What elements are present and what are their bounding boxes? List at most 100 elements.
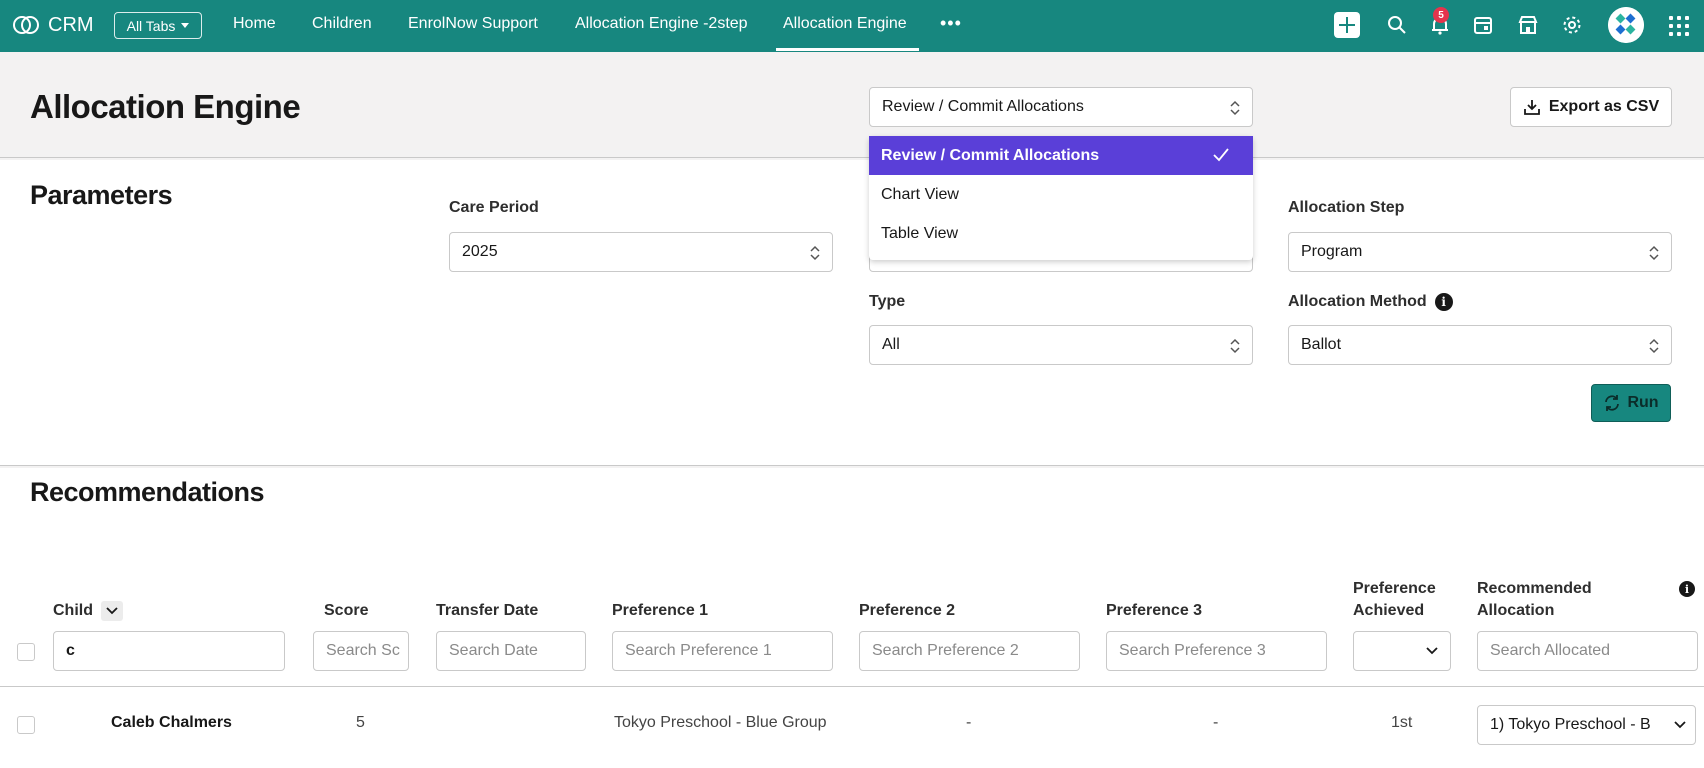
table-divider [0,686,1704,687]
crm-logo-icon [13,16,39,34]
view-select[interactable]: Review / Commit Allocations [869,87,1253,127]
header-line: Recommended [1477,580,1592,597]
row-checkbox[interactable] [17,716,35,734]
nav-tab-allocation-engine[interactable]: Allocation Engine [783,15,907,33]
dropdown-option-review-commit[interactable]: Review / Commit Allocations [869,136,1253,175]
caret-down-icon [181,23,190,28]
type-select[interactable]: All [869,325,1253,365]
header-line: Preference [1353,580,1436,597]
up-down-chevron-icon [1230,100,1240,116]
date-filter-input[interactable]: Search Date [436,631,586,671]
parameters-card [0,160,1704,466]
nav-tab-home[interactable]: Home [233,15,276,33]
type-label: Type [869,293,906,310]
recommended-allocation-select[interactable]: 1) Tokyo Preschool - B [1477,705,1696,745]
child-filter-value: c [66,642,75,659]
refresh-icon [1605,395,1620,411]
app-launcher-icon[interactable] [1669,16,1689,36]
pref3-filter-placeholder: Search Preference 3 [1119,642,1266,659]
user-avatar[interactable] [1608,7,1644,43]
up-down-chevron-icon [1230,338,1240,354]
score-filter-placeholder: Search Sc [326,642,400,659]
info-icon[interactable]: i [1434,293,1453,311]
checkmark-icon [1213,148,1229,162]
view-select-value: Review / Commit Allocations [882,98,1084,115]
nav-tab-children[interactable]: Children [312,15,372,33]
app-name: CRM [48,13,94,36]
top-navigation-bar: CRM All Tabs Home Children EnrolNow Supp… [0,0,1704,52]
add-icon[interactable] [1334,12,1360,38]
score-filter-input[interactable]: Search Sc [313,631,409,671]
pref2-filter-placeholder: Search Preference 2 [872,642,1019,659]
type-value: All [882,336,900,353]
column-header-child[interactable]: Child [53,600,93,622]
allocation-method-label-text: Allocation Method [1288,293,1427,310]
dropdown-option-table-view[interactable]: Table View [869,214,1253,253]
allocation-method-label: Allocation Method i [1288,293,1453,311]
allocated-filter-placeholder: Search Allocated [1490,642,1611,659]
run-button[interactable]: Run [1591,384,1671,422]
info-icon[interactable]: i [1679,581,1695,597]
active-tab-indicator [776,48,919,51]
preference-1-cell: Tokyo Preschool - Blue Group [614,714,827,731]
care-period-value: 2025 [462,243,498,260]
child-filter-input[interactable]: c [53,631,285,671]
preference-3-filter-input[interactable]: Search Preference 3 [1106,631,1327,671]
care-period-select[interactable]: 2025 [449,232,833,272]
recommendations-card [0,468,1704,768]
download-icon [1523,100,1540,115]
allocation-step-select[interactable]: Program [1288,232,1672,272]
parameters-title: Parameters [30,180,173,210]
column-header-preference-1[interactable]: Preference 1 [612,600,708,622]
date-filter-placeholder: Search Date [449,642,538,659]
column-header-recommended-allocation[interactable]: Recommended Allocation [1477,578,1592,622]
option-label: Review / Commit Allocations [881,146,1100,164]
preference-achieved-cell: 1st [1391,714,1413,731]
header-line: Allocation [1477,602,1555,619]
column-header-preference-achieved[interactable]: Preference Achieved [1353,578,1436,622]
nav-tab-allocation-engine-2step[interactable]: Allocation Engine -2step [575,15,748,33]
pref1-filter-placeholder: Search Preference 1 [625,642,772,659]
allocated-filter-input[interactable]: Search Allocated [1477,631,1698,671]
score-cell: 5 [356,714,365,731]
allocation-method-select[interactable]: Ballot [1288,325,1672,365]
allocation-step-value: Program [1301,243,1363,260]
notification-badge: 5 [1433,7,1449,23]
column-header-preference-2[interactable]: Preference 2 [859,600,955,622]
preference-2-filter-input[interactable]: Search Preference 2 [859,631,1080,671]
search-icon[interactable] [1386,14,1408,36]
up-down-chevron-icon [1649,245,1659,261]
column-menu-button[interactable] [101,601,123,621]
all-tabs-button[interactable]: All Tabs [114,12,202,39]
option-label: Table View [881,224,959,242]
select-all-checkbox[interactable] [17,643,35,661]
app-logo[interactable]: CRM [12,13,94,37]
care-period-label: Care Period [449,199,539,216]
column-header-transfer-date[interactable]: Transfer Date [436,600,538,622]
chevron-down-icon [1674,721,1686,729]
allocation-step-label: Allocation Step [1288,199,1405,216]
dropdown-option-chart-view[interactable]: Chart View [869,175,1253,214]
view-dropdown-menu: Review / Commit Allocations Chart View T… [869,136,1253,260]
preference-3-cell: - [1213,714,1219,731]
allocation-value: 1) Tokyo Preschool - B [1490,716,1651,733]
export-label: Export as CSV [1548,98,1660,115]
child-name-link[interactable]: Caleb Chalmers [111,714,232,732]
more-tabs-icon[interactable]: ••• [940,13,962,34]
allocation-method-value: Ballot [1301,336,1342,353]
calendar-icon[interactable] [1472,14,1494,36]
nav-tab-enrolnow-support[interactable]: EnrolNow Support [408,15,538,33]
gear-icon[interactable] [1561,14,1583,36]
run-label: Run [1627,394,1659,411]
store-icon[interactable] [1517,14,1539,36]
preference-achieved-filter-select[interactable] [1353,631,1451,671]
option-label: Chart View [881,185,959,203]
column-header-score[interactable]: Score [324,600,368,622]
up-down-chevron-icon [810,245,820,261]
page-title: Allocation Engine [30,88,301,125]
preference-2-cell: - [966,714,972,731]
preference-1-filter-input[interactable]: Search Preference 1 [612,631,833,671]
export-csv-button[interactable]: Export as CSV [1510,87,1672,127]
recommendations-title: Recommendations [30,477,265,507]
column-header-preference-3[interactable]: Preference 3 [1106,600,1202,622]
